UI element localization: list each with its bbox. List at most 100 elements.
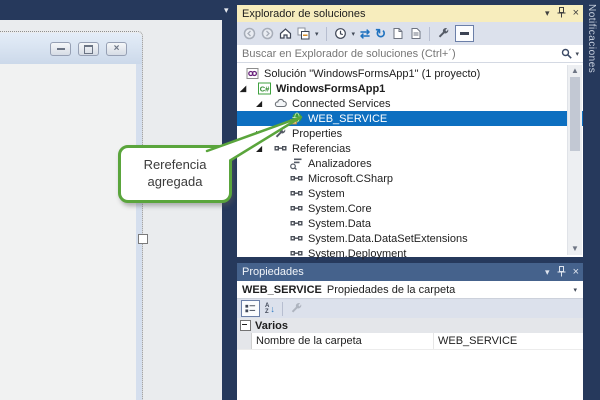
tree-item-soluci-n-windowsformsapp1-1-proyecto[interactable]: Solución "WindowsFormsApp1" (1 proyecto) [237,66,576,81]
scroll-up-icon[interactable]: ▲ [568,66,582,76]
tree-item-microsoft-csharp[interactable]: Microsoft.CSharp [237,171,600,186]
notifications-label: Notificaciones [586,4,597,73]
tree-item-system-core[interactable]: System.Core [237,201,600,216]
close-icon[interactable]: × [573,267,579,278]
pin-icon[interactable] [557,266,566,279]
preview-icon[interactable] [409,27,422,40]
tree-item-system-deployment[interactable]: System.Deployment [237,246,600,261]
tree-item-label: WEB_SERVICE [308,113,387,125]
solution-explorer-title: Explorador de soluciones [242,8,545,20]
reference-icon [290,232,306,245]
form-close-button[interactable]: × [106,42,127,56]
tool-window-column: Explorador de soluciones ▾ × ▾ ▾ ⇄ ↻ ▾ Solu… [237,0,583,400]
tree-item-label: Referencias [292,143,351,155]
search-icon[interactable] [561,48,573,60]
tree-item-label: System [308,188,345,200]
chevron-down-icon[interactable]: ▾ [575,50,579,58]
tree-item-label: Solución "WindowsFormsApp1" (1 proyecto) [264,68,480,80]
wrench-disabled-icon[interactable] [290,302,303,315]
object-name: WEB_SERVICE [242,284,322,296]
tree-item-web-service[interactable]: WEB_SERVICE [237,111,600,126]
tree-item-system-data[interactable]: System.Data [237,216,600,231]
tree-item-windowsformsapp1[interactable]: ◢C# WindowsFormsApp1 [237,81,570,96]
web-service-icon [290,112,306,125]
scroll-down-icon[interactable]: ▼ [568,244,582,254]
properties-header[interactable]: Propiedades ▾ × [237,263,583,281]
cloud-icon [274,97,290,110]
tree-item-analizadores[interactable]: Analizadores [237,156,600,171]
chevron-down-icon[interactable]: ▾ [545,268,550,277]
collapse-all-icon[interactable] [297,27,310,40]
tree-item-label: System.Core [308,203,372,215]
toggle-pressed-icon[interactable] [455,25,474,42]
collapse-icon[interactable]: ◢ [256,144,274,153]
chevron-down-icon[interactable]: ▾ [224,5,229,16]
search-input[interactable] [242,48,561,60]
expand-icon[interactable]: ▷ [256,129,274,138]
collapse-category-icon[interactable] [240,320,251,331]
minimize-icon [57,48,65,50]
callout-bubble: Rerefencia agregada [118,145,232,203]
wrench-icon [274,127,290,140]
chevron-down-icon[interactable]: ▾ [352,30,356,38]
pin-icon[interactable] [557,7,566,20]
categorized-icon[interactable] [241,300,260,317]
property-value[interactable]: WEB_SERVICE [434,333,583,349]
form-maximize-button[interactable] [78,42,99,56]
back-icon[interactable] [243,27,256,40]
callout-text: Rerefencia agregada [129,157,221,191]
properties-title: Propiedades [242,266,545,278]
designed-form[interactable]: × [0,31,143,400]
home-icon[interactable] [279,27,292,40]
svg-text:C#: C# [260,85,270,94]
chevron-down-icon[interactable]: ▾ [573,286,577,294]
tree-item-label: Analizadores [308,158,372,170]
properties-page-icon[interactable] [391,27,404,40]
tree-item-system[interactable]: System [237,186,600,201]
solution-icon [246,67,262,80]
analyzers-icon [290,157,306,170]
row-gutter [237,333,252,349]
form-minimize-button[interactable] [50,42,71,56]
solution-explorer-header[interactable]: Explorador de soluciones ▾ × [237,5,583,22]
form-resize-handle[interactable] [138,234,148,244]
form-designer-surface[interactable]: × [0,20,222,400]
sync-icon[interactable]: ⇄ [360,28,370,40]
tree-scrollbar[interactable]: ▲ ▼ [567,65,582,255]
solution-tree: Solución "WindowsFormsApp1" (1 proyecto)… [237,63,583,257]
tree-item-label: System.Data.DataSetExtensions [308,233,468,245]
reference-icon [290,172,306,185]
category-row[interactable]: Varios [237,318,583,333]
tree-item-label: System.Data [308,218,371,230]
properties-panel: Propiedades ▾ × WEB_SERVICE Propiedades … [237,263,583,400]
notifications-tab[interactable]: Notificaciones [583,0,600,400]
property-row[interactable]: Nombre de la carpetaWEB_SERVICE [237,333,583,350]
scrollbar-thumb[interactable] [570,77,580,151]
tree-item-system-data-datasetextensions[interactable]: System.Data.DataSetExtensions [237,231,600,246]
toolbar-separator [429,27,430,41]
maximize-icon [84,45,93,54]
tree-item-referencias[interactable]: ◢ Referencias [237,141,586,156]
refresh-icon[interactable]: ↻ [375,27,386,40]
collapse-icon[interactable]: ◢ [240,84,258,93]
reference-icon [290,217,306,230]
object-selector[interactable]: WEB_SERVICE Propiedades de la carpeta ▾ [237,281,583,299]
solution-explorer-toolbar: ▾ ▾ ⇄ ↻ [237,22,583,45]
close-icon[interactable]: × [573,8,579,19]
collapse-icon[interactable]: ◢ [256,99,274,108]
chevron-down-icon[interactable]: ▾ [315,30,319,38]
history-icon[interactable] [334,27,347,40]
toolbar-separator [326,27,327,41]
tree-item-label: WindowsFormsApp1 [276,83,385,95]
forward-icon[interactable] [261,27,274,40]
tree-item-label: System.Deployment [308,248,406,260]
tree-item-properties[interactable]: ▷Properties [237,126,586,141]
property-grid: Varios Nombre de la carpetaWEB_SERVICE [237,318,583,400]
chevron-down-icon[interactable]: ▾ [545,9,550,18]
form-client-area[interactable] [0,64,142,400]
toolbar-separator [282,302,283,316]
form-right-border [136,64,142,400]
alphabetical-icon[interactable]: AZ↓ [265,303,275,315]
wrench-icon[interactable] [437,27,450,40]
tree-item-connected-services[interactable]: ◢Connected Services [237,96,586,111]
